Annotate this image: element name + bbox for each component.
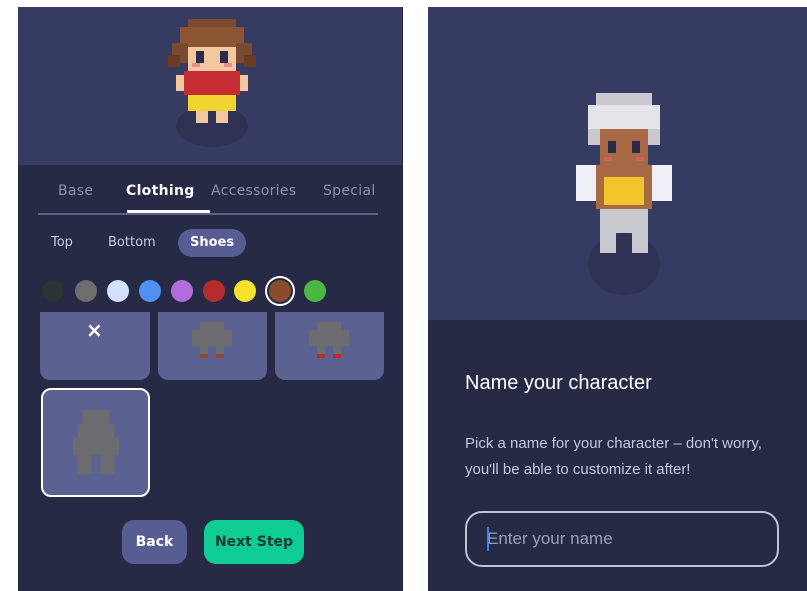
description-text: Pick a name for your character – don't w… bbox=[465, 435, 762, 478]
color-swatch[interactable] bbox=[139, 280, 161, 302]
back-button[interactable]: Back bbox=[122, 520, 187, 564]
white-haired-character-sprite bbox=[576, 93, 672, 253]
item-shoes-option[interactable] bbox=[158, 312, 267, 380]
character-stage bbox=[18, 7, 403, 165]
color-swatch[interactable] bbox=[75, 280, 97, 302]
naming-panel: Name your character Pick a name for your… bbox=[428, 7, 807, 591]
subtab-bottom[interactable]: Bottom bbox=[96, 229, 168, 257]
tab-clothing[interactable]: Clothing bbox=[126, 183, 195, 199]
character-preview-icon bbox=[73, 410, 119, 474]
close-icon: × bbox=[86, 318, 103, 342]
color-swatch[interactable] bbox=[234, 280, 256, 302]
item-shoes-option-selected[interactable] bbox=[41, 388, 150, 497]
next-step-button[interactable]: Next Step bbox=[204, 520, 304, 564]
girl-character-sprite bbox=[168, 19, 256, 123]
subtab-top[interactable]: Top bbox=[39, 229, 85, 257]
color-swatch-selected[interactable] bbox=[269, 280, 291, 302]
active-tab-indicator bbox=[127, 210, 210, 213]
customizer-panel: Base Clothing Accessories Special Top Bo… bbox=[18, 7, 403, 591]
name-input[interactable] bbox=[465, 511, 779, 567]
color-swatch[interactable] bbox=[304, 280, 326, 302]
item-none[interactable]: × bbox=[40, 312, 150, 380]
color-swatch[interactable] bbox=[171, 280, 193, 302]
tab-special[interactable]: Special bbox=[323, 183, 376, 199]
text-caret bbox=[487, 527, 489, 551]
character-preview-icon bbox=[192, 322, 232, 358]
tab-accessories[interactable]: Accessories bbox=[211, 183, 296, 199]
page-title: Name your character bbox=[465, 372, 652, 394]
subtab-shoes[interactable]: Shoes bbox=[178, 229, 247, 257]
panel-divider bbox=[402, 7, 403, 591]
tab-base[interactable]: Base bbox=[58, 183, 93, 199]
character-stage bbox=[428, 7, 807, 320]
color-swatch[interactable] bbox=[107, 280, 129, 302]
item-shoes-option[interactable] bbox=[275, 312, 384, 380]
category-tabs: Base Clothing Accessories Special bbox=[38, 183, 378, 215]
color-swatch[interactable] bbox=[42, 280, 64, 302]
color-swatch[interactable] bbox=[203, 280, 225, 302]
character-preview-icon bbox=[309, 322, 349, 358]
